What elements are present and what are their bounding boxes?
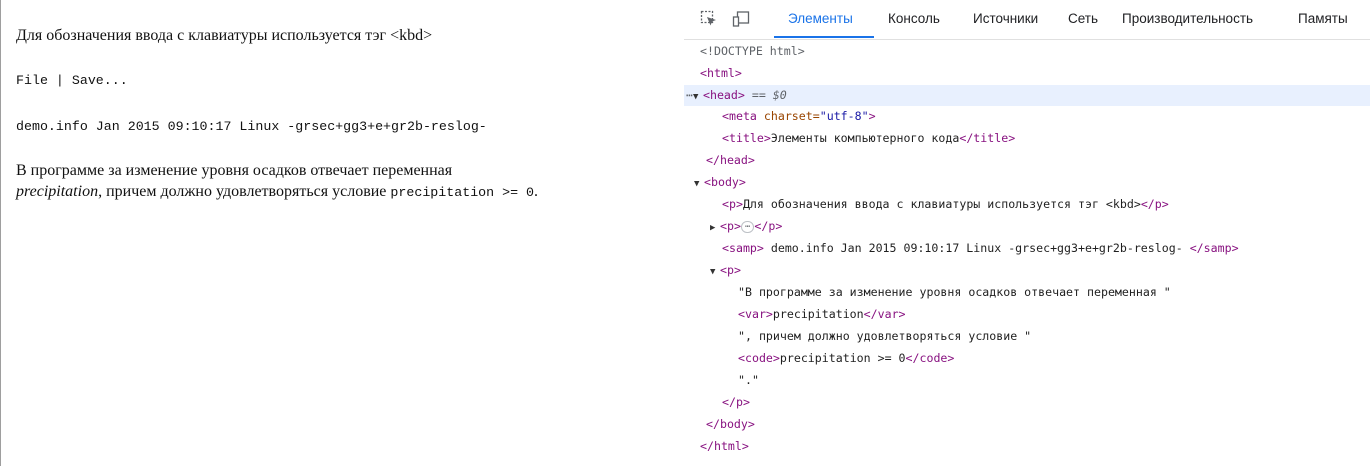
dom-text-node-3[interactable]: "." [684,370,1370,391]
tab-performance[interactable]: Производительность [1122,11,1253,26]
tab-console[interactable]: Консоль [888,11,940,26]
paragraph-kbd-note: Для обозначения ввода с клавиатуры испол… [16,27,433,44]
collapsed-content-icon[interactable]: ⋯ [740,221,755,233]
node-actions-icon[interactable]: ⋯ [684,88,693,102]
dom-node-html[interactable]: <html> [684,63,1370,84]
devtools-panel: Элементы Консоль Источники Сеть Производ… [684,0,1370,466]
expand-triangle-icon[interactable]: ▼ [693,87,703,108]
tab-network[interactable]: Сеть [1068,11,1098,26]
dom-node-doctype[interactable]: <!DOCTYPE html> [684,41,1370,62]
dom-text-node-2[interactable]: ", причем должно удовлетворяться условие… [684,326,1370,347]
paragraph-text-end: . [534,183,539,200]
dom-node-meta[interactable]: <meta charset="utf-8"> [684,106,1370,127]
dom-node-p2-collapsed[interactable]: ▶ <p> ⋯ </p> [684,216,1370,237]
tab-elements[interactable]: Элементы [788,11,853,26]
expand-triangle-icon[interactable]: ▼ [694,174,704,195]
dom-node-body[interactable]: ▼ <body> [684,172,1370,193]
dom-node-var[interactable]: <var>precipitation</var> [684,304,1370,325]
dom-node-code[interactable]: <code>precipitation >= 0</code> [684,348,1370,369]
inspect-icon[interactable] [700,10,718,28]
dom-node-title[interactable]: <title>Элементы компьютерного кода</titl… [684,128,1370,149]
paragraph-text-start: В программе за изменение уровня осадков … [16,162,453,179]
samp-output: demo.info Jan 2015 09:10:17 Linux -grsec… [16,119,487,134]
expand-triangle-icon[interactable]: ▼ [710,262,720,283]
dom-node-p4[interactable]: ▼ <p> [684,260,1370,281]
tab-memory[interactable]: Памяты [1298,11,1348,26]
rendered-page: Для обозначения ввода с клавиатуры испол… [16,0,676,466]
devtools-tabbar: Элементы Консоль Источники Сеть Производ… [684,0,1370,40]
tab-sources[interactable]: Источники [973,11,1038,26]
selected-node-marker: == $0 [744,88,787,102]
paragraph-precipitation: В программе за изменение уровня осадков … [16,160,681,203]
dom-node-body-close[interactable]: </body> [684,414,1370,435]
dom-node-html-close[interactable]: </html> [684,436,1370,457]
code-condition: precipitation >= 0 [390,185,535,200]
dom-node-p1[interactable]: <p>Для обозначения ввода с клавиатуры ис… [684,194,1370,215]
active-tab-indicator [774,36,874,38]
dom-node-p4-close[interactable]: </p> [684,392,1370,413]
device-toggle-icon[interactable] [732,10,750,28]
dom-tree: <!DOCTYPE html> <html> ⋯▼ <head> == $0 <m… [684,40,1370,466]
paragraph-menu-path: File | Save... [16,73,128,88]
viewport-left-border [0,0,1,466]
dom-node-head-selected[interactable]: ⋯▼ <head> == $0 [684,85,1370,106]
dom-text-node-1[interactable]: "В программе за изменение уровня осадков… [684,282,1370,303]
paragraph-text-mid: , причем должно удовлетворяться условие [98,183,391,200]
collapse-triangle-icon[interactable]: ▶ [710,218,720,239]
var-precipitation: precipitation [16,183,99,200]
dom-node-head-close[interactable]: </head> [684,150,1370,171]
dom-node-samp[interactable]: <samp> demo.info Jan 2015 09:10:17 Linux… [684,238,1370,259]
